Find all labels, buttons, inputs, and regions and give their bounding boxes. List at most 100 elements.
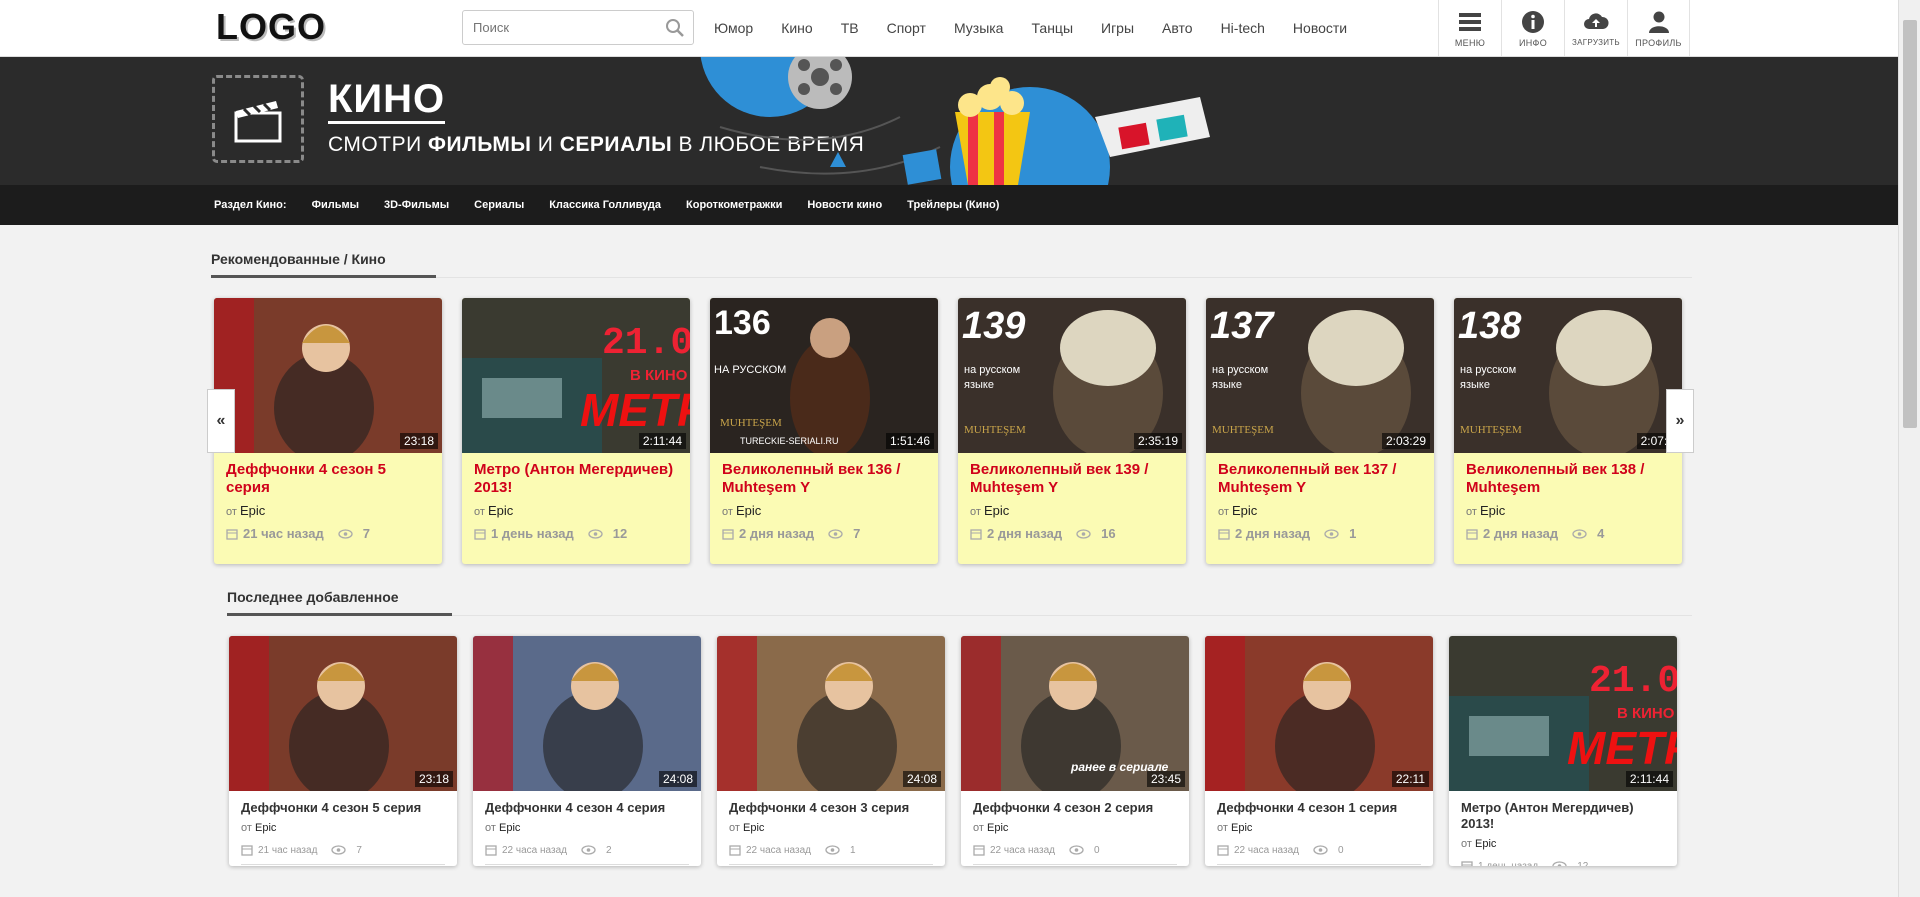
video-title[interactable]: Деффчонки 4 сезон 5 серия	[214, 453, 442, 497]
subnav-hollywood[interactable]: Классика Голливуда	[549, 199, 661, 211]
thumbnail-wrap[interactable]: 22:11	[1205, 636, 1433, 791]
video-title[interactable]: Великолепный век 138 / Muhteşem	[1454, 453, 1682, 497]
author-link[interactable]: Epic	[1232, 503, 1257, 518]
calendar-icon	[1218, 528, 1230, 540]
search-input[interactable]	[463, 11, 663, 44]
video-views: 1	[849, 844, 856, 856]
video-title[interactable]: Деффчонки 4 сезон 3 серия	[717, 791, 945, 816]
video-thumbnail[interactable]: 137 на русском языке MUHTEŞEM	[1206, 298, 1434, 453]
subnav-news[interactable]: Новости кино	[807, 199, 882, 211]
thumbnail-wrap[interactable]: 24:08	[473, 636, 701, 791]
video-title[interactable]: Великолепный век 136 / Muhteşem Y	[710, 453, 938, 497]
recommended-title: Рекомендованные / Кино	[211, 251, 386, 267]
profile-button[interactable]: ПРОФИЛЬ	[1627, 0, 1690, 56]
menu-button[interactable]: МЕНЮ	[1438, 0, 1501, 56]
thumbnail-wrap[interactable]: 23:18	[229, 636, 457, 791]
scrollbar-thumb[interactable]	[1903, 20, 1917, 428]
thumbnail-wrap[interactable]: ранее в сериале 23:45	[961, 636, 1189, 791]
nav-music[interactable]: Музыка	[954, 20, 1004, 36]
subnav-3d-films[interactable]: 3D-Фильмы	[384, 199, 449, 211]
thumbnail-wrap[interactable]: 136 НА РУССКОМ MUHTEŞEM TURECKIE-SERIALI.RU…	[710, 298, 938, 453]
upload-button[interactable]: ЗАГРУЗИТЬ	[1564, 0, 1627, 56]
latest-video-card[interactable]: 23:18 Деффчонки 4 сезон 5 серия от Epic 21 …	[229, 636, 457, 866]
thumbnail-wrap[interactable]: 23:18	[214, 298, 442, 453]
video-title[interactable]: Деффчонки 4 сезон 2 серия	[961, 791, 1189, 816]
video-title[interactable]: Метро (Антон Мегердичев) 2013!	[462, 453, 690, 497]
subnav-shorts[interactable]: Короткометражки	[686, 199, 782, 211]
author-link[interactable]: Epic	[1480, 503, 1505, 518]
video-title[interactable]: Метро (Антон Мегердичев) 2013!	[1449, 791, 1677, 832]
video-thumbnail[interactable]: 136 НА РУССКОМ MUHTEŞEM TURECKIE-SERIALI.RU	[710, 298, 938, 453]
recommended-divider	[436, 277, 1692, 278]
video-thumbnail[interactable]	[214, 298, 442, 453]
video-description: Премьера! Палне предлагают	[1217, 864, 1421, 866]
thumbnail-wrap[interactable]: 21.02 В КИНОМЕТР2:11:44	[1449, 636, 1677, 791]
author-link[interactable]: Epic	[743, 822, 764, 834]
video-thumbnail[interactable]: 21.02 В КИНОМЕТР	[462, 298, 690, 453]
latest-video-card[interactable]: 24:08 Деффчонки 4 сезон 3 серия от Epic 22 …	[717, 636, 945, 866]
author-link[interactable]: Epic	[984, 503, 1009, 518]
author-link[interactable]: Epic	[255, 822, 276, 834]
recommended-video-card[interactable]: 138 на русском языке MUHTEŞEM 2:07:5 Великоле…	[1454, 298, 1682, 564]
header-tools: МЕНЮ ИНФО ЗАГРУЗИТЬ ПРОФИЛЬ	[1438, 0, 1690, 56]
author-link[interactable]: Epic	[987, 822, 1008, 834]
page-scrollbar[interactable]	[1898, 0, 1920, 897]
nav-news[interactable]: Новости	[1293, 20, 1347, 36]
nav-hitech[interactable]: Hi-tech	[1221, 20, 1265, 36]
thumbnail-wrap[interactable]: 21.02 В КИНОМЕТР2:11:44	[462, 298, 690, 453]
subnav-trailers[interactable]: Трейлеры (Кино)	[907, 199, 999, 211]
video-title[interactable]: Деффчонки 4 сезон 4 серия	[473, 791, 701, 816]
author-link[interactable]: Epic	[488, 503, 513, 518]
video-thumbnail[interactable]: 139 на русском языке MUHTEŞEM	[958, 298, 1186, 453]
latest-video-card[interactable]: 22:11 Деффчонки 4 сезон 1 серия от Epic 22 …	[1205, 636, 1433, 866]
nav-dance[interactable]: Танцы	[1031, 20, 1073, 36]
recommended-video-card[interactable]: 139 на русском языке MUHTEŞEM 2:35:19 Великол…	[958, 298, 1186, 564]
video-title[interactable]: Деффчонки 4 сезон 5 серия	[229, 791, 457, 816]
video-thumbnail[interactable]	[473, 636, 701, 791]
video-thumbnail[interactable]: 138 на русском языке MUHTEŞEM	[1454, 298, 1682, 453]
video-thumbnail[interactable]: 21.02 В КИНОМЕТР	[1449, 636, 1677, 791]
latest-video-card[interactable]: 21.02 В КИНОМЕТР2:11:44 Метро (Антон Мегер…	[1449, 636, 1677, 866]
video-date: 2 дня назад	[739, 526, 815, 541]
info-button[interactable]: ИНФО	[1501, 0, 1564, 56]
author-link[interactable]: Epic	[736, 503, 761, 518]
nav-kino[interactable]: Кино	[781, 20, 813, 36]
author-link[interactable]: Epic	[499, 822, 520, 834]
site-logo[interactable]: LOGO	[216, 6, 326, 48]
thumbnail-wrap[interactable]: 137 на русском языке MUHTEŞEM 2:03:29	[1206, 298, 1434, 453]
thumbnail-wrap[interactable]: 139 на русском языке MUHTEŞEM 2:35:19	[958, 298, 1186, 453]
subnav-label: Раздел Кино:	[214, 199, 287, 211]
subnav-films[interactable]: Фильмы	[312, 199, 359, 211]
recommended-video-card[interactable]: 23:18 Деффчонки 4 сезон 5 серия от Epic 21 …	[214, 298, 442, 564]
nav-humor[interactable]: Юмор	[714, 20, 753, 36]
latest-video-card[interactable]: ранее в сериале 23:45 Деффчонки 4 сезон 2 …	[961, 636, 1189, 866]
video-date: 22 часа назад	[746, 844, 811, 856]
latest-video-card[interactable]: 24:08 Деффчонки 4 сезон 4 серия от Epic 22 …	[473, 636, 701, 866]
video-thumbnail[interactable]	[717, 636, 945, 791]
subnav-series[interactable]: Сериалы	[474, 199, 524, 211]
video-title[interactable]: Великолепный век 139 / Muhteşem Y	[958, 453, 1186, 497]
carousel-next-button[interactable]: »	[1666, 389, 1694, 453]
video-meta: 1 день назад 12	[462, 518, 690, 541]
thumbnail-wrap[interactable]: 24:08	[717, 636, 945, 791]
recommended-video-card[interactable]: 136 НА РУССКОМ MUHTEŞEM TURECKIE-SERIALI.RU…	[710, 298, 938, 564]
video-thumbnail[interactable]	[229, 636, 457, 791]
author-link[interactable]: Epic	[1231, 822, 1252, 834]
video-thumbnail[interactable]	[1205, 636, 1433, 791]
nav-tv[interactable]: ТВ	[841, 20, 859, 36]
recommended-video-card[interactable]: 137 на русском языке MUHTEŞEM 2:03:29 Великол…	[1206, 298, 1434, 564]
author-prefix: от	[485, 822, 496, 834]
nav-sport[interactable]: Спорт	[887, 20, 926, 36]
nav-auto[interactable]: Авто	[1162, 20, 1193, 36]
video-title[interactable]: Великолепный век 137 / Muhteşem Y	[1206, 453, 1434, 497]
thumbnail-wrap[interactable]: 138 на русском языке MUHTEŞEM 2:07:5	[1454, 298, 1682, 453]
search-icon[interactable]	[665, 18, 685, 38]
nav-games[interactable]: Игры	[1101, 20, 1134, 36]
thumb-brand: MUHTEŞEM	[720, 417, 782, 429]
author-link[interactable]: Epic	[240, 503, 265, 518]
carousel-prev-button[interactable]: «	[207, 389, 235, 453]
author-link[interactable]: Epic	[1475, 838, 1496, 850]
recommended-video-card[interactable]: 21.02 В КИНОМЕТР2:11:44 Метро (Антон Мегер…	[462, 298, 690, 564]
video-meta: 1 день назад 12	[1449, 850, 1677, 866]
video-title[interactable]: Деффчонки 4 сезон 1 серия	[1205, 791, 1433, 816]
